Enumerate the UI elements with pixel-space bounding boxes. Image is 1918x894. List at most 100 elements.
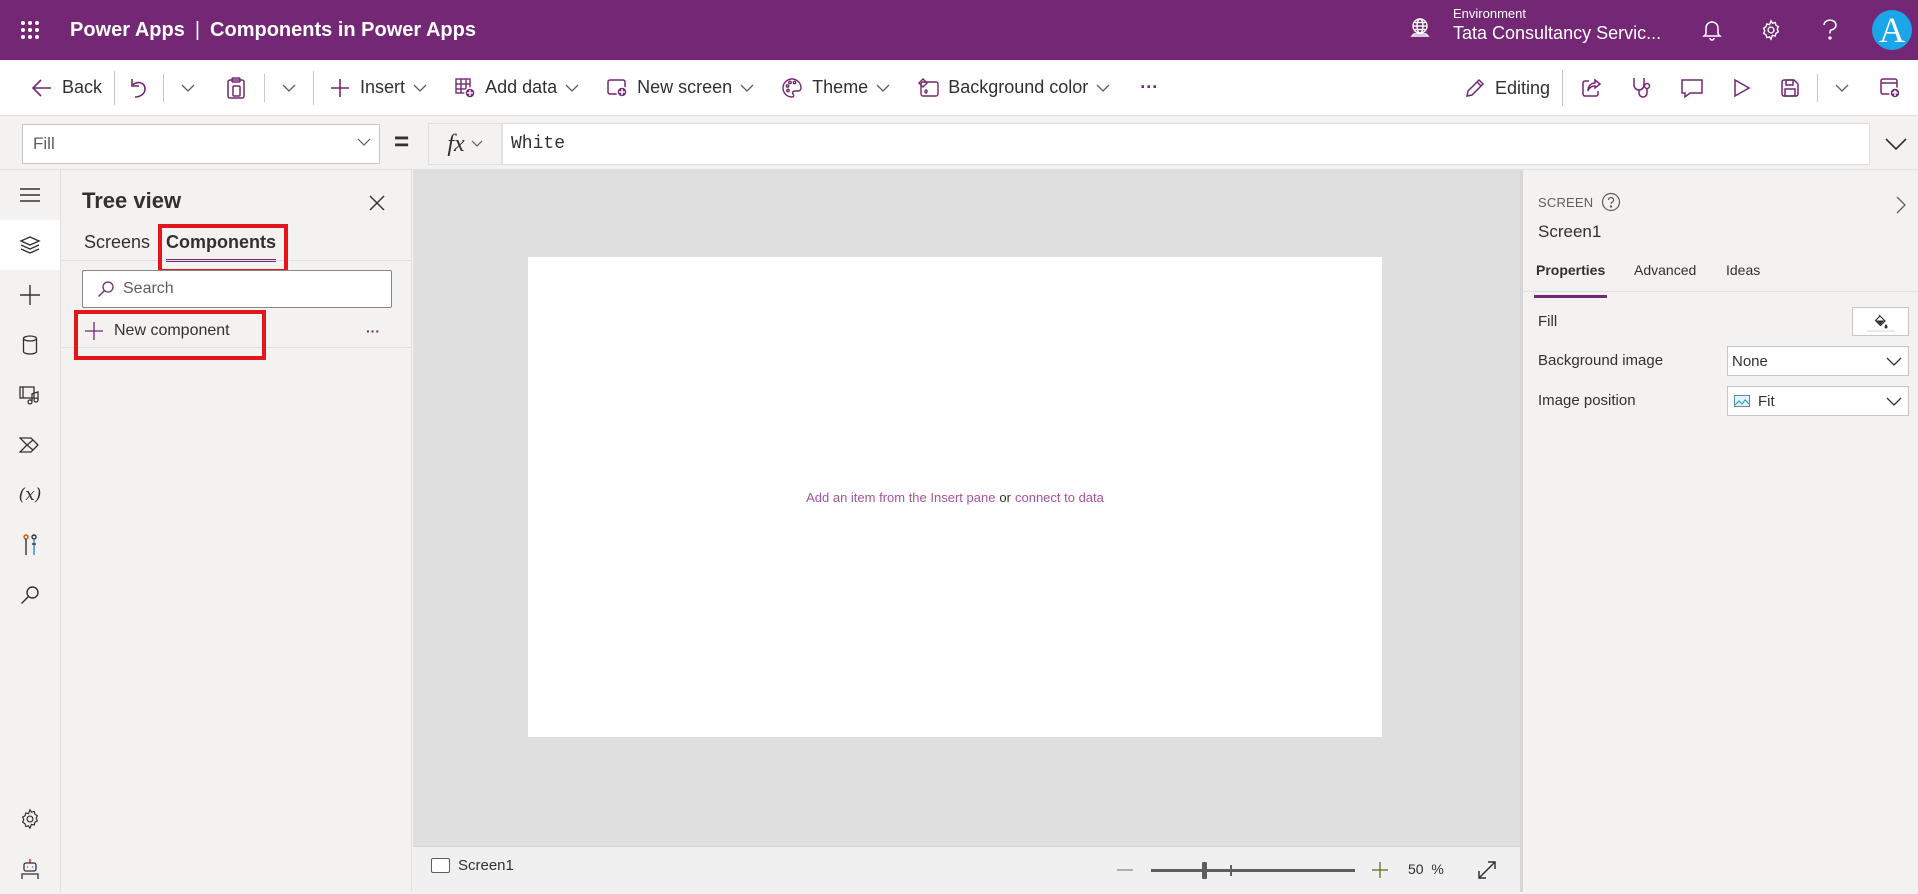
rail-power-automate[interactable]	[0, 420, 60, 470]
zoom-slider[interactable]	[1151, 859, 1355, 881]
hamburger-icon	[17, 182, 43, 208]
background-color-button[interactable]: Background color	[906, 68, 1126, 108]
user-avatar[interactable]: A	[1872, 10, 1912, 50]
share-button[interactable]	[1567, 68, 1617, 108]
new-component-label: New component	[114, 322, 230, 339]
expand-formula-button[interactable]	[1876, 126, 1916, 162]
screen-icon	[431, 858, 450, 873]
save-dropdown[interactable]	[1822, 68, 1862, 108]
chevron-down-icon	[357, 137, 371, 147]
tree-search-input[interactable]: Search	[82, 270, 392, 308]
rail-menu-toggle[interactable]	[0, 170, 60, 220]
power-automate-icon	[17, 432, 43, 458]
rail-tree-view[interactable]	[0, 220, 60, 270]
insert-label: Insert	[360, 77, 406, 97]
equals-sign: =	[394, 126, 410, 156]
tab-screens[interactable]: Screens	[84, 232, 150, 262]
tab-components-label: Components	[166, 232, 276, 252]
more-commands-button[interactable]: ···	[1126, 68, 1172, 108]
background-image-dropdown[interactable]: None	[1727, 346, 1909, 376]
tree-more-options-button[interactable]: ···	[358, 318, 388, 344]
editing-label: Editing	[1494, 77, 1550, 98]
fill-color-preview	[1867, 330, 1895, 332]
close-tree-view-button[interactable]	[362, 188, 392, 218]
screen-canvas[interactable]: Add an item from the Insert pane or conn…	[528, 257, 1382, 737]
divider	[62, 260, 412, 261]
preview-button[interactable]	[1717, 68, 1767, 108]
arrow-left-icon	[28, 74, 56, 102]
control-name[interactable]: Screen1	[1538, 222, 1601, 242]
theme-label: Theme	[812, 77, 869, 97]
chevron-right-icon	[1896, 196, 1906, 214]
command-bar: Back Insert Add data New screen Theme Ba…	[0, 60, 1918, 116]
property-dropdown[interactable]: Fill	[22, 124, 380, 164]
table-add-icon	[451, 74, 479, 102]
tab-ideas[interactable]: Ideas	[1726, 262, 1760, 290]
save-button[interactable]	[1767, 68, 1813, 108]
formula-input[interactable]: White	[502, 123, 1870, 165]
zoom-slider-track	[1151, 869, 1355, 872]
chevron-down-icon	[174, 74, 202, 102]
insert-button[interactable]: Insert	[318, 68, 443, 108]
environment-picker[interactable]: Environment Tata Consultancy Servic...	[1405, 6, 1661, 44]
fit-to-window-button[interactable]	[1473, 857, 1501, 883]
paste-dropdown[interactable]	[269, 68, 309, 108]
publish-button[interactable]	[1862, 68, 1918, 108]
image-position-dropdown[interactable]: Fit	[1727, 386, 1909, 416]
control-type: SCREEN	[1538, 192, 1621, 212]
variables-icon: (x)	[18, 485, 42, 505]
app-header: Power Apps | Components in Power Apps Envi…	[0, 0, 1918, 60]
screen-selector[interactable]: Screen1	[431, 857, 514, 874]
new-screen-button[interactable]: New screen	[595, 68, 770, 108]
app-launcher-button[interactable]	[0, 0, 60, 60]
zoom-value: 50 %	[1408, 861, 1444, 877]
divider	[1817, 74, 1818, 102]
help-circle-icon[interactable]	[1601, 192, 1621, 212]
rail-virtual-agent[interactable]	[0, 844, 60, 894]
rail-advanced-tools[interactable]	[0, 520, 60, 570]
tab-advanced[interactable]: Advanced	[1634, 262, 1696, 290]
zoom-slider-thumb[interactable]	[1202, 862, 1207, 879]
help-button[interactable]	[1810, 10, 1850, 50]
settings-button[interactable]	[1751, 10, 1791, 50]
fill-color-picker[interactable]	[1852, 307, 1909, 336]
rail-settings[interactable]	[0, 794, 60, 844]
undo-button[interactable]	[119, 68, 159, 108]
rail-data[interactable]	[0, 320, 60, 370]
zoom-in-button[interactable]	[1368, 859, 1392, 881]
new-screen-icon	[603, 74, 631, 102]
add-data-button[interactable]: Add data	[443, 68, 595, 108]
formula-text: White	[511, 134, 566, 154]
notifications-button[interactable]	[1692, 10, 1732, 50]
comments-button[interactable]	[1667, 68, 1717, 108]
theme-button[interactable]: Theme	[770, 68, 906, 108]
zoom-out-button[interactable]	[1113, 859, 1137, 881]
divider	[163, 73, 165, 102]
plus-icon	[1372, 862, 1388, 878]
background-image-label: Background image	[1538, 352, 1664, 369]
function-picker-button[interactable]: fx	[428, 123, 502, 165]
add-data-label: Add data	[485, 77, 558, 97]
app-name[interactable]: Power Apps	[70, 19, 185, 41]
rail-media[interactable]	[0, 370, 60, 420]
paste-button[interactable]	[208, 68, 260, 108]
insert-pane-link[interactable]: Add an item from the Insert pane	[806, 490, 995, 505]
chevron-down-icon	[1885, 138, 1907, 150]
background-color-label: Background color	[948, 77, 1089, 97]
image-position-value: Fit	[1758, 392, 1775, 410]
undo-dropdown[interactable]	[168, 68, 208, 108]
back-button[interactable]: Back	[20, 68, 110, 108]
rail-insert[interactable]	[0, 270, 60, 320]
collapse-properties-button[interactable]	[1888, 192, 1914, 218]
chevron-down-icon	[874, 79, 892, 97]
new-component-button[interactable]: New component	[82, 314, 230, 348]
connect-to-data-link[interactable]: connect to data	[1015, 490, 1104, 505]
tab-components[interactable]: Components	[166, 232, 276, 262]
chevron-down-icon	[1886, 393, 1902, 409]
editing-mode-button[interactable]: Editing	[1453, 68, 1558, 108]
app-checker-button[interactable]	[1617, 68, 1667, 108]
tab-properties[interactable]: Properties	[1533, 262, 1608, 298]
rail-variables[interactable]: (x)	[0, 470, 60, 520]
play-icon	[1733, 78, 1751, 98]
rail-search[interactable]	[0, 570, 60, 620]
